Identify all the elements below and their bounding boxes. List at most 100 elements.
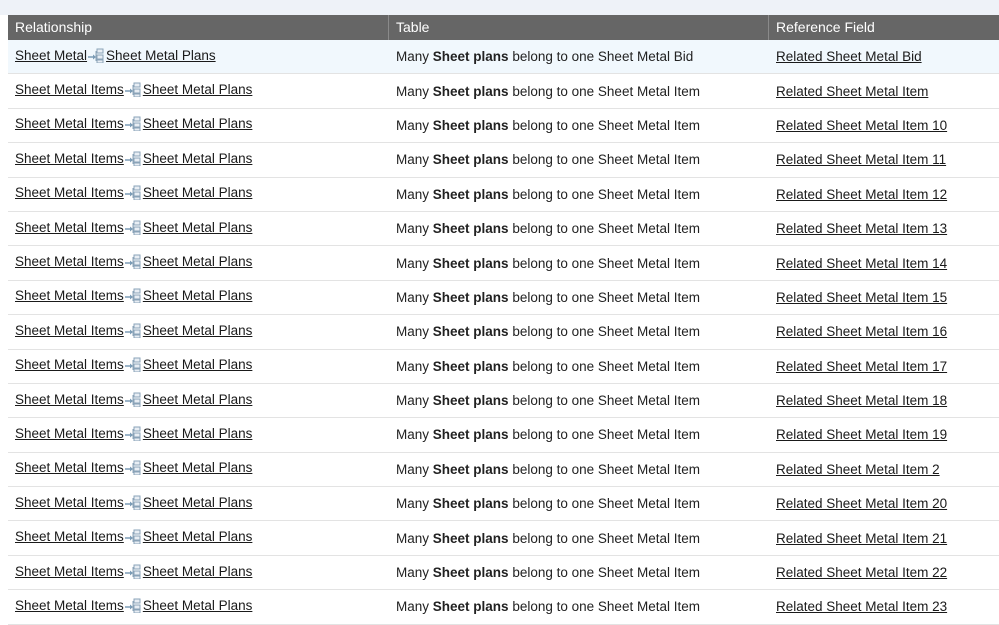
parent-table-link[interactable]: Sheet Metal Items: [15, 220, 124, 235]
reference-field-cell: Related Sheet Metal Item: [768, 84, 999, 99]
desc-target: Sheet Metal Item: [597, 83, 700, 99]
grid-header: Relationship Table Reference Field: [8, 15, 999, 40]
relationship-arrow-icon: [124, 288, 142, 306]
column-header-reference-field[interactable]: Reference Field: [768, 15, 999, 40]
reference-field-link[interactable]: Related Sheet Metal Item 19: [776, 427, 947, 442]
relationship-cell: Sheet Metal Items Sheet Metal Plans: [8, 460, 388, 478]
parent-table-link[interactable]: Sheet Metal Items: [15, 151, 124, 166]
parent-table-link[interactable]: Sheet Metal Items: [15, 254, 124, 269]
desc-prefix: Many: [396, 186, 430, 202]
table-row[interactable]: Sheet Metal Items Sheet Metal Plans Many S…: [8, 315, 999, 350]
child-table-link[interactable]: Sheet Metal Plans: [106, 48, 216, 63]
table-row[interactable]: Sheet Metal Items Sheet Metal Plans Many S…: [8, 281, 999, 316]
table-row[interactable]: Sheet Metal Items Sheet Metal Plans Many S…: [8, 212, 999, 247]
table-row[interactable]: Sheet Metal Items Sheet Metal Plans Many S…: [8, 384, 999, 419]
parent-table-link[interactable]: Sheet Metal Items: [15, 357, 124, 372]
reference-field-link[interactable]: Related Sheet Metal Item 11: [776, 152, 946, 167]
desc-prefix: Many: [396, 152, 430, 168]
child-table-link[interactable]: Sheet Metal Plans: [143, 357, 253, 372]
child-table-link[interactable]: Sheet Metal Plans: [143, 392, 253, 407]
reference-field-cell: Related Sheet Metal Item 17: [768, 359, 999, 374]
reference-field-link[interactable]: Related Sheet Metal Item 23: [776, 599, 947, 614]
reference-field-link[interactable]: Related Sheet Metal Item 21: [776, 531, 947, 546]
desc-middle: belong to one: [512, 83, 595, 99]
parent-table-link[interactable]: Sheet Metal Items: [15, 495, 124, 510]
desc-target: Sheet Metal Item: [597, 324, 700, 340]
relationship-arrow-icon: [124, 254, 142, 272]
reference-field-link[interactable]: Related Sheet Metal Item 2: [776, 462, 940, 477]
reference-field-link[interactable]: Related Sheet Metal Item 12: [776, 187, 947, 202]
reference-field-link[interactable]: Related Sheet Metal Item: [776, 84, 928, 99]
child-table-link[interactable]: Sheet Metal Plans: [143, 323, 253, 338]
reference-field-link[interactable]: Related Sheet Metal Item 17: [776, 359, 947, 374]
relationship-arrow-icon: [124, 495, 142, 513]
child-table-link[interactable]: Sheet Metal Plans: [143, 151, 253, 166]
reference-field-link[interactable]: Related Sheet Metal Item 15: [776, 290, 947, 305]
table-row[interactable]: Sheet Metal Items Sheet Metal Plans Many S…: [8, 556, 999, 591]
parent-table-link[interactable]: Sheet Metal Items: [15, 116, 124, 131]
grid-body: Sheet Metal Sheet Metal Plans Many Sheet p…: [8, 40, 999, 625]
reference-field-link[interactable]: Related Sheet Metal Item 16: [776, 324, 947, 339]
child-table-link[interactable]: Sheet Metal Plans: [143, 220, 253, 235]
child-table-link[interactable]: Sheet Metal Plans: [143, 426, 253, 441]
parent-table-link[interactable]: Sheet Metal Items: [15, 288, 124, 303]
child-table-link[interactable]: Sheet Metal Plans: [143, 495, 253, 510]
table-row[interactable]: Sheet Metal Items Sheet Metal Plans Many S…: [8, 178, 999, 212]
table-row[interactable]: Sheet Metal Items Sheet Metal Plans Many S…: [8, 246, 999, 281]
table-row[interactable]: Sheet Metal Items Sheet Metal Plans Many S…: [8, 109, 999, 144]
child-table-link[interactable]: Sheet Metal Plans: [143, 288, 253, 303]
table-description-cell: Many Sheet plans belong to one Sheet Met…: [388, 427, 768, 442]
desc-prefix: Many: [396, 496, 430, 512]
reference-field-cell: Related Sheet Metal Item 23: [768, 599, 999, 614]
child-table-link[interactable]: Sheet Metal Plans: [143, 82, 253, 97]
table-row[interactable]: Sheet Metal Items Sheet Metal Plans Many S…: [8, 350, 999, 384]
child-table-link[interactable]: Sheet Metal Plans: [143, 116, 253, 131]
reference-field-link[interactable]: Related Sheet Metal Item 18: [776, 393, 947, 408]
relationship-arrow-icon: [124, 116, 142, 134]
relationship-arrow-icon: [124, 185, 142, 203]
child-table-link[interactable]: Sheet Metal Plans: [143, 460, 253, 475]
parent-table-link[interactable]: Sheet Metal Items: [15, 392, 124, 407]
parent-table-link[interactable]: Sheet Metal Items: [15, 323, 124, 338]
desc-target: Sheet Metal Item: [597, 289, 700, 305]
parent-table-link[interactable]: Sheet Metal Items: [15, 426, 124, 441]
column-header-relationship[interactable]: Relationship: [8, 15, 388, 40]
child-table-link[interactable]: Sheet Metal Plans: [143, 185, 253, 200]
parent-table-link[interactable]: Sheet Metal: [15, 48, 87, 63]
desc-bold: Sheet plans: [432, 83, 509, 99]
table-row[interactable]: Sheet Metal Items Sheet Metal Plans Many S…: [8, 453, 999, 488]
table-row[interactable]: Sheet Metal Sheet Metal Plans Many Sheet p…: [8, 40, 999, 75]
reference-field-link[interactable]: Related Sheet Metal Item 14: [776, 256, 947, 271]
reference-field-link[interactable]: Related Sheet Metal Item 10: [776, 118, 947, 133]
parent-table-link[interactable]: Sheet Metal Items: [15, 564, 124, 579]
desc-middle: belong to one: [512, 530, 595, 546]
parent-table-link[interactable]: Sheet Metal Items: [15, 460, 124, 475]
parent-table-link[interactable]: Sheet Metal Items: [15, 185, 124, 200]
table-row[interactable]: Sheet Metal Items Sheet Metal Plans Many S…: [8, 143, 999, 178]
child-table-link[interactable]: Sheet Metal Plans: [143, 564, 253, 579]
relationship-arrow-icon: [124, 460, 142, 478]
table-description-cell: Many Sheet plans belong to one Sheet Met…: [388, 221, 768, 236]
table-row[interactable]: Sheet Metal Items Sheet Metal Plans Many S…: [8, 521, 999, 556]
reference-field-link[interactable]: Related Sheet Metal Bid: [776, 49, 922, 64]
child-table-link[interactable]: Sheet Metal Plans: [143, 598, 253, 613]
reference-field-link[interactable]: Related Sheet Metal Item 13: [776, 221, 947, 236]
child-table-link[interactable]: Sheet Metal Plans: [143, 254, 253, 269]
parent-table-link[interactable]: Sheet Metal Items: [15, 598, 124, 613]
desc-middle: belong to one: [512, 427, 595, 443]
parent-table-link[interactable]: Sheet Metal Items: [15, 82, 124, 97]
desc-bold: Sheet plans: [432, 324, 509, 340]
desc-prefix: Many: [396, 221, 430, 237]
parent-table-link[interactable]: Sheet Metal Items: [15, 529, 124, 544]
column-header-table[interactable]: Table: [388, 15, 768, 40]
desc-middle: belong to one: [512, 461, 595, 477]
desc-prefix: Many: [396, 49, 430, 65]
reference-field-cell: Related Sheet Metal Item 15: [768, 290, 999, 305]
table-row[interactable]: Sheet Metal Items Sheet Metal Plans Many S…: [8, 418, 999, 453]
table-row[interactable]: Sheet Metal Items Sheet Metal Plans Many S…: [8, 74, 999, 109]
child-table-link[interactable]: Sheet Metal Plans: [143, 529, 253, 544]
reference-field-link[interactable]: Related Sheet Metal Item 22: [776, 565, 947, 580]
reference-field-link[interactable]: Related Sheet Metal Item 20: [776, 496, 947, 511]
table-row[interactable]: Sheet Metal Items Sheet Metal Plans Many S…: [8, 590, 999, 625]
table-row[interactable]: Sheet Metal Items Sheet Metal Plans Many S…: [8, 487, 999, 522]
